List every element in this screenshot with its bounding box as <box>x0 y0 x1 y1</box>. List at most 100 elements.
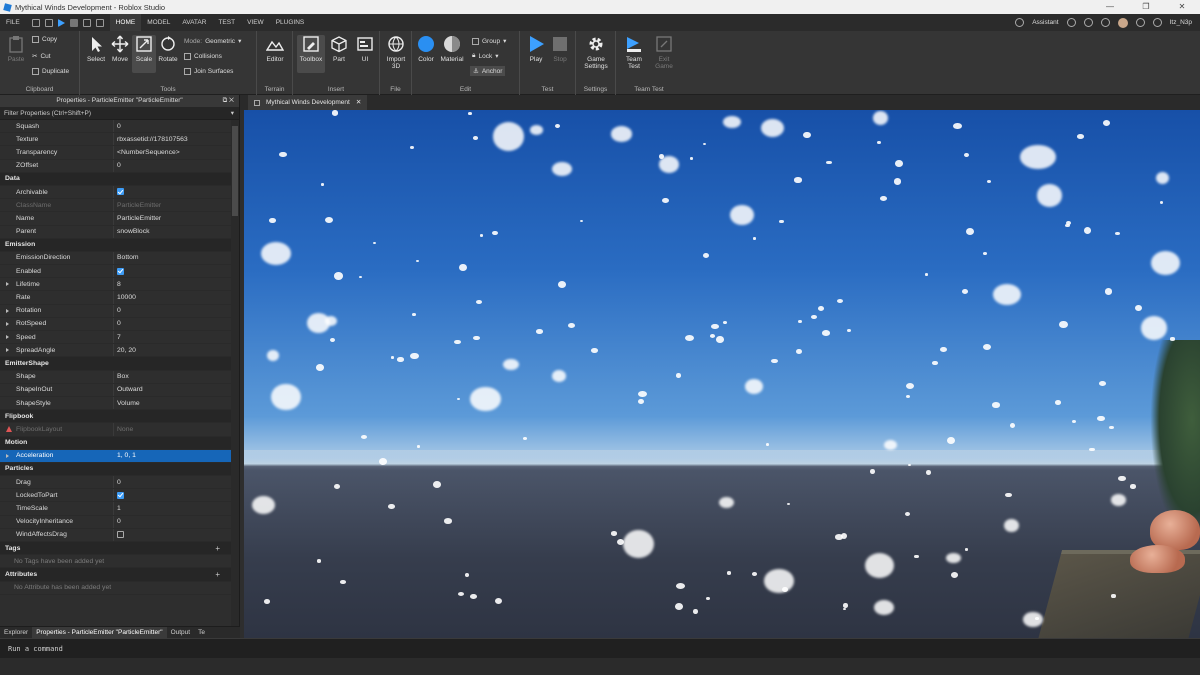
property-row[interactable]: Shape Box <box>0 370 232 384</box>
tab-test[interactable]: TEST <box>212 14 241 31</box>
property-value[interactable]: 20, 20 <box>114 347 136 354</box>
assistant-button[interactable]: Assistant <box>1032 19 1058 26</box>
property-checkbox[interactable] <box>114 531 124 539</box>
property-row[interactable]: FlipbookLayout None <box>0 423 232 437</box>
team-test-button[interactable]: Team Test <box>620 35 648 70</box>
cut-button[interactable]: ✂ Cut <box>32 52 51 61</box>
property-category[interactable]: EmitterShape <box>0 357 232 371</box>
game-settings-button[interactable]: Game Settings <box>580 35 612 70</box>
terrain-editor-button[interactable]: Editor <box>263 35 287 63</box>
undo-icon[interactable] <box>82 18 91 27</box>
property-row[interactable]: Transparency <NumberSequence> <box>0 146 232 160</box>
tab-plugins[interactable]: PLUGINS <box>270 14 311 31</box>
property-row[interactable]: Enabled <box>0 265 232 279</box>
property-value[interactable]: Volume <box>114 400 140 407</box>
copy-button[interactable]: Copy <box>32 36 57 43</box>
help-icon[interactable] <box>1152 18 1162 27</box>
avatar[interactable] <box>1117 17 1128 28</box>
ui-button[interactable]: UI <box>353 35 377 63</box>
tab-home[interactable]: HOME <box>109 14 142 31</box>
expand-arrow-icon[interactable] <box>6 348 9 353</box>
stop-button[interactable]: Stop <box>548 35 572 63</box>
expand-arrow-icon[interactable] <box>6 321 9 326</box>
property-value[interactable]: ParticleEmitter <box>114 202 161 209</box>
property-row[interactable]: Name ParticleEmitter <box>0 212 232 226</box>
property-row[interactable]: Acceleration 1, 0, 1 <box>0 449 232 463</box>
property-row[interactable]: Archivable <box>0 185 232 200</box>
property-row[interactable]: Rate 10000 <box>0 291 232 305</box>
material-button[interactable]: Material <box>440 35 464 63</box>
minimize-button[interactable]: — <box>1092 0 1128 14</box>
property-category[interactable]: Motion <box>0 436 232 450</box>
3d-viewport[interactable] <box>244 110 1200 638</box>
expand-arrow-icon[interactable] <box>6 335 9 340</box>
play-button[interactable]: Play <box>524 35 548 63</box>
close-icon[interactable]: ✕ <box>356 95 361 110</box>
property-value[interactable]: <NumberSequence> <box>114 149 180 156</box>
property-value[interactable]: 8 <box>114 281 121 288</box>
add-icon[interactable]: + <box>215 544 220 553</box>
expand-arrow-icon[interactable] <box>6 308 9 313</box>
property-value[interactable]: 0 <box>114 320 121 327</box>
property-category[interactable]: Tags + <box>0 542 232 556</box>
property-row[interactable]: Squash 0 <box>0 120 232 134</box>
tab-properties[interactable]: Properties - ParticleEmitter "ParticleEm… <box>32 626 167 639</box>
property-checkbox[interactable] <box>114 188 124 196</box>
quick-play-icon[interactable] <box>57 18 65 27</box>
property-row[interactable]: ShapeInOut Outward <box>0 383 232 397</box>
group-button[interactable]: Group ▾ <box>472 37 506 45</box>
property-value[interactable]: 0 <box>114 307 121 314</box>
property-value[interactable]: 7 <box>114 334 121 341</box>
select-button[interactable]: Select <box>84 35 108 63</box>
join-surfaces-toggle[interactable]: Join Surfaces <box>184 68 233 75</box>
property-value[interactable]: rbxassetid://178107563 <box>114 136 188 143</box>
property-value[interactable]: None <box>114 426 133 433</box>
share-icon[interactable] <box>1083 18 1093 27</box>
unchecked-checkbox-icon[interactable] <box>117 531 124 539</box>
property-row[interactable]: LockedToPart <box>0 489 232 503</box>
tab-team-create[interactable]: Te <box>194 627 209 639</box>
assistant-icon[interactable] <box>1015 18 1025 27</box>
tab-place-document[interactable]: Mythical Winds Development ✕ <box>248 95 368 110</box>
expand-arrow-icon[interactable] <box>6 453 9 458</box>
property-row[interactable]: SpreadAngle 20, 20 <box>0 344 232 358</box>
tab-view[interactable]: VIEW <box>241 14 270 31</box>
rotate-button[interactable]: Rotate <box>156 35 180 63</box>
tab-avatar[interactable]: AVATAR <box>176 14 212 31</box>
tab-explorer[interactable]: Explorer <box>0 627 32 639</box>
property-category[interactable]: Flipbook <box>0 410 232 424</box>
property-row[interactable]: ClassName ParticleEmitter <box>0 199 232 213</box>
anchor-button[interactable]: ⚓︎ Anchor <box>470 66 506 76</box>
move-button[interactable]: Move <box>108 35 132 63</box>
expand-arrow-icon[interactable] <box>6 282 9 287</box>
lock-button[interactable]: 🔒︎ Lock ▾ <box>472 52 498 60</box>
tab-model[interactable]: MODEL <box>141 14 176 31</box>
duplicate-button[interactable]: Duplicate <box>32 68 69 75</box>
add-icon[interactable]: + <box>215 570 220 579</box>
property-value[interactable]: Outward <box>114 386 143 393</box>
collisions-toggle[interactable]: Collisions <box>184 53 222 60</box>
username[interactable]: Itz_N3p <box>1170 19 1192 26</box>
property-value[interactable]: snowBlock <box>114 228 150 235</box>
notifications-icon[interactable] <box>1100 18 1110 27</box>
mode-selector[interactable]: Mode: Geometric ▾ <box>184 37 241 46</box>
property-value[interactable]: ParticleEmitter <box>114 215 161 222</box>
checked-checkbox-icon[interactable] <box>117 491 124 499</box>
property-row[interactable]: Texture rbxassetid://178107563 <box>0 133 232 147</box>
import-3d-button[interactable]: Import 3D <box>384 35 408 70</box>
quick-stop-icon[interactable] <box>69 18 78 27</box>
property-category[interactable]: Attributes + <box>0 568 232 582</box>
scale-button[interactable]: Scale <box>132 35 156 73</box>
property-row[interactable]: VelocityInheritance 0 <box>0 515 232 529</box>
redo-icon[interactable] <box>95 18 104 27</box>
property-row[interactable]: Parent snowBlock <box>0 225 232 239</box>
save-icon[interactable] <box>31 18 40 27</box>
property-value[interactable]: 10000 <box>114 294 136 301</box>
property-value[interactable]: 0 <box>114 123 121 130</box>
checked-checkbox-icon[interactable] <box>117 267 124 275</box>
property-row[interactable]: Drag 0 <box>0 476 232 490</box>
part-button[interactable]: Part <box>327 35 351 63</box>
property-value[interactable]: Bottom <box>114 254 139 261</box>
panel-close-icon[interactable]: ⧉ ✕ <box>223 95 234 107</box>
scrollbar-thumb[interactable] <box>232 126 238 216</box>
